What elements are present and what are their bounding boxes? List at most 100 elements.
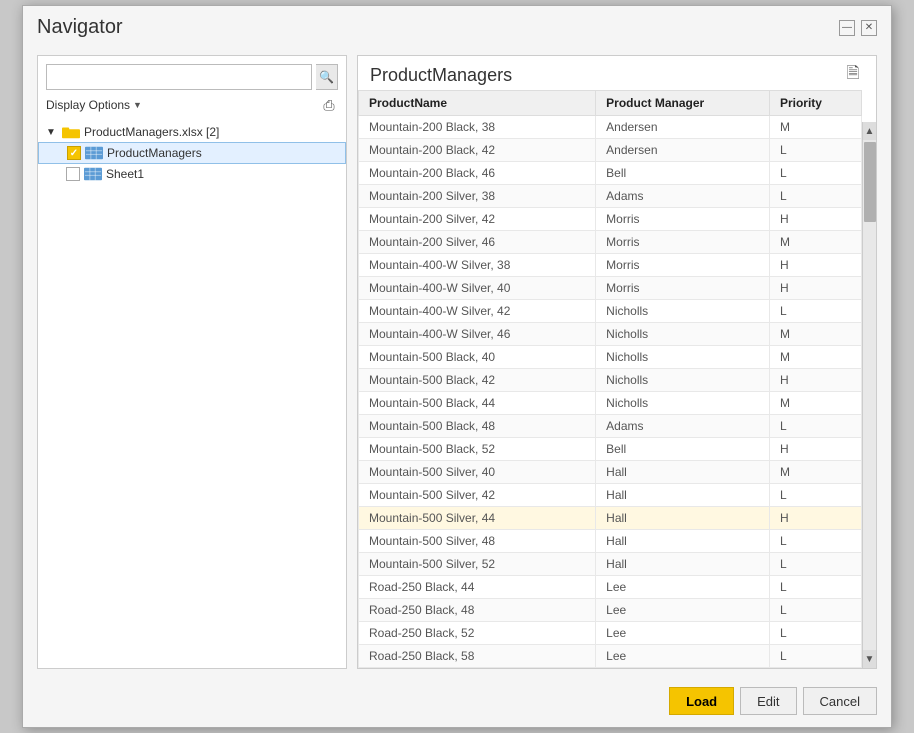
- expand-icon: ▼: [46, 127, 58, 138]
- checkbox-sheet1[interactable]: [66, 167, 80, 181]
- table-icon: [85, 146, 103, 160]
- table-row[interactable]: Mountain-400-W Silver, 42NichollsL: [359, 300, 862, 323]
- table-row[interactable]: Mountain-500 Silver, 44HallH: [359, 507, 862, 530]
- cancel-button[interactable]: Cancel: [803, 687, 877, 715]
- table-row[interactable]: Road-250 Black, 48LeeL: [359, 599, 862, 622]
- table-cell: Hall: [596, 530, 770, 553]
- display-options-button[interactable]: Display Options ▼: [46, 98, 142, 112]
- table-row[interactable]: Mountain-500 Black, 44NichollsM: [359, 392, 862, 415]
- table-cell: Road-250 Black, 48: [359, 599, 596, 622]
- display-options-caret: ▼: [133, 100, 142, 110]
- table-row[interactable]: Mountain-500 Silver, 52HallL: [359, 553, 862, 576]
- table-row[interactable]: Mountain-500 Silver, 40HallM: [359, 461, 862, 484]
- table-row[interactable]: Mountain-400-W Silver, 38MorrisH: [359, 254, 862, 277]
- sheet1-label: Sheet1: [106, 167, 144, 181]
- table-cell: Lee: [596, 599, 770, 622]
- table-row[interactable]: Mountain-200 Black, 46BellL: [359, 162, 862, 185]
- table-row[interactable]: Mountain-500 Black, 42NichollsH: [359, 369, 862, 392]
- table-cell: Road-250 Black, 52: [359, 622, 596, 645]
- tree-file-node[interactable]: ▼ ProductManagers.xlsx [2]: [38, 122, 346, 142]
- table-cell: Andersen: [596, 139, 770, 162]
- table-row[interactable]: Mountain-200 Silver, 46MorrisM: [359, 231, 862, 254]
- close-button[interactable]: ✕: [861, 20, 877, 36]
- table-cell: Nicholls: [596, 300, 770, 323]
- table-cell: L: [769, 185, 861, 208]
- table-cell: L: [769, 622, 861, 645]
- table-cell: M: [769, 461, 861, 484]
- tree-item-sheet1[interactable]: Sheet1: [38, 164, 346, 184]
- table-cell: M: [769, 346, 861, 369]
- table-cell: L: [769, 300, 861, 323]
- table-cell: M: [769, 392, 861, 415]
- table-cell: L: [769, 599, 861, 622]
- checkbox-productmanagers[interactable]: [67, 146, 81, 160]
- table-row[interactable]: Road-250 Black, 58LeeL: [359, 645, 862, 668]
- table-cell: L: [769, 415, 861, 438]
- load-button[interactable]: Load: [669, 687, 734, 715]
- table-row[interactable]: Road-250 Black, 44LeeL: [359, 576, 862, 599]
- table-row[interactable]: Mountain-200 Black, 42AndersenL: [359, 139, 862, 162]
- table-row[interactable]: Mountain-500 Black, 40NichollsM: [359, 346, 862, 369]
- table-cell: L: [769, 530, 861, 553]
- scrollbar: ▲ ▼: [862, 122, 876, 668]
- table-cell: M: [769, 323, 861, 346]
- table-cell: Morris: [596, 208, 770, 231]
- table-cell: M: [769, 116, 861, 139]
- table-row[interactable]: Mountain-500 Black, 52BellH: [359, 438, 862, 461]
- table-row[interactable]: Mountain-500 Black, 48AdamsL: [359, 415, 862, 438]
- refresh-icon[interactable]: ⎙: [320, 96, 338, 114]
- table-cell: Mountain-500 Black, 40: [359, 346, 596, 369]
- table-row[interactable]: Mountain-500 Silver, 42HallL: [359, 484, 862, 507]
- col-productname: ProductName: [359, 91, 596, 116]
- table-cell: Mountain-400-W Silver, 46: [359, 323, 596, 346]
- file-node-label: ProductManagers.xlsx [2]: [84, 125, 219, 139]
- table-row[interactable]: Mountain-400-W Silver, 40MorrisH: [359, 277, 862, 300]
- table-row[interactable]: Mountain-200 Black, 38AndersenM: [359, 116, 862, 139]
- table-cell: L: [769, 484, 861, 507]
- table-row[interactable]: Mountain-200 Silver, 42MorrisH: [359, 208, 862, 231]
- productmanagers-label: ProductManagers: [107, 146, 202, 160]
- title-bar: Navigator — ✕: [23, 6, 891, 45]
- table-cell: L: [769, 645, 861, 668]
- window-controls: — ✕: [839, 20, 877, 36]
- table-header-row: ProductName Product Manager Priority: [359, 91, 862, 116]
- table-cell: Lee: [596, 622, 770, 645]
- table-cell: Adams: [596, 185, 770, 208]
- table-cell: H: [769, 254, 861, 277]
- footer: Load Edit Cancel: [23, 679, 891, 727]
- table-row[interactable]: Mountain-400-W Silver, 46NichollsM: [359, 323, 862, 346]
- table-cell: Lee: [596, 576, 770, 599]
- search-icon[interactable]: 🔍: [316, 64, 338, 90]
- table-row[interactable]: Road-250 Black, 52LeeL: [359, 622, 862, 645]
- display-options-label: Display Options: [46, 98, 130, 112]
- search-input[interactable]: [46, 64, 312, 90]
- scroll-thumb[interactable]: [864, 142, 876, 222]
- table-cell: Mountain-500 Silver, 52: [359, 553, 596, 576]
- table-cell: Nicholls: [596, 369, 770, 392]
- table-cell: Bell: [596, 162, 770, 185]
- scroll-up-button[interactable]: ▲: [863, 122, 877, 140]
- table-cell: Nicholls: [596, 323, 770, 346]
- col-productmanager: Product Manager: [596, 91, 770, 116]
- preview-header: ProductManagers 🗎: [358, 56, 876, 90]
- table-cell: H: [769, 438, 861, 461]
- table-cell: Morris: [596, 254, 770, 277]
- table-cell: H: [769, 277, 861, 300]
- table-row[interactable]: Mountain-200 Silver, 38AdamsL: [359, 185, 862, 208]
- tree-item-productmanagers[interactable]: ProductManagers: [38, 142, 346, 164]
- table-cell: M: [769, 231, 861, 254]
- folder-icon: [62, 125, 80, 139]
- table-row[interactable]: Mountain-500 Silver, 48HallL: [359, 530, 862, 553]
- table-cell: Mountain-200 Black, 42: [359, 139, 596, 162]
- table-cell: Mountain-500 Silver, 48: [359, 530, 596, 553]
- minimize-button[interactable]: —: [839, 20, 855, 36]
- edit-button[interactable]: Edit: [740, 687, 796, 715]
- table-cell: Nicholls: [596, 346, 770, 369]
- table-cell: Mountain-500 Black, 48: [359, 415, 596, 438]
- table-cell: H: [769, 369, 861, 392]
- scroll-track: [863, 140, 877, 650]
- scroll-down-button[interactable]: ▼: [863, 650, 877, 668]
- web-view-icon[interactable]: 🗎: [842, 64, 864, 86]
- table-cell: Mountain-200 Black, 38: [359, 116, 596, 139]
- table-cell: Road-250 Black, 58: [359, 645, 596, 668]
